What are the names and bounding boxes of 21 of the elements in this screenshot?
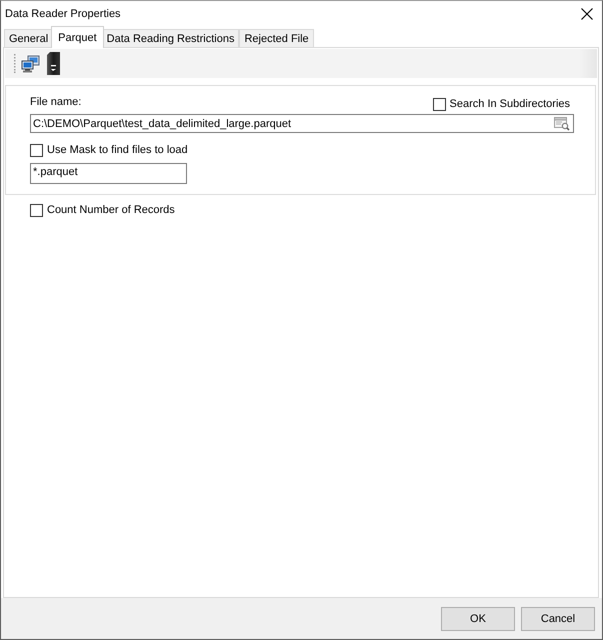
use-mask-label: Use Mask to find files to load bbox=[47, 143, 188, 157]
tab[interactable]: Parquet bbox=[51, 26, 104, 48]
file-icon[interactable] bbox=[47, 52, 60, 75]
computer-icon[interactable] bbox=[21, 54, 40, 72]
search-subdirectories-label: Search In Subdirectories bbox=[450, 97, 570, 111]
search-subdirectories-checkbox[interactable] bbox=[432, 98, 446, 110]
close-icon[interactable] bbox=[581, 8, 593, 20]
browse-icon[interactable] bbox=[554, 116, 570, 130]
count-records-checkbox[interactable] bbox=[30, 204, 43, 216]
tab[interactable]: Rejected File bbox=[239, 29, 314, 47]
ok-button[interactable]: OK bbox=[441, 606, 515, 630]
grip-icon[interactable] bbox=[13, 54, 16, 73]
window-title: Data Reader Properties bbox=[5, 8, 121, 20]
use-mask-checkbox[interactable] bbox=[30, 144, 43, 156]
file-name-label: File name: bbox=[30, 96, 82, 108]
file-path-field[interactable]: C:\DEMO\Parquet\test_data_delimited_large.parquet bbox=[30, 114, 574, 133]
mask-field[interactable]: *.parquet bbox=[30, 163, 187, 184]
cancel-button[interactable]: Cancel bbox=[521, 606, 595, 630]
tab[interactable]: General bbox=[4, 29, 54, 47]
tab[interactable]: Data Reading Restrictions bbox=[102, 29, 240, 47]
count-records-label: Count Number of Records bbox=[47, 203, 175, 217]
